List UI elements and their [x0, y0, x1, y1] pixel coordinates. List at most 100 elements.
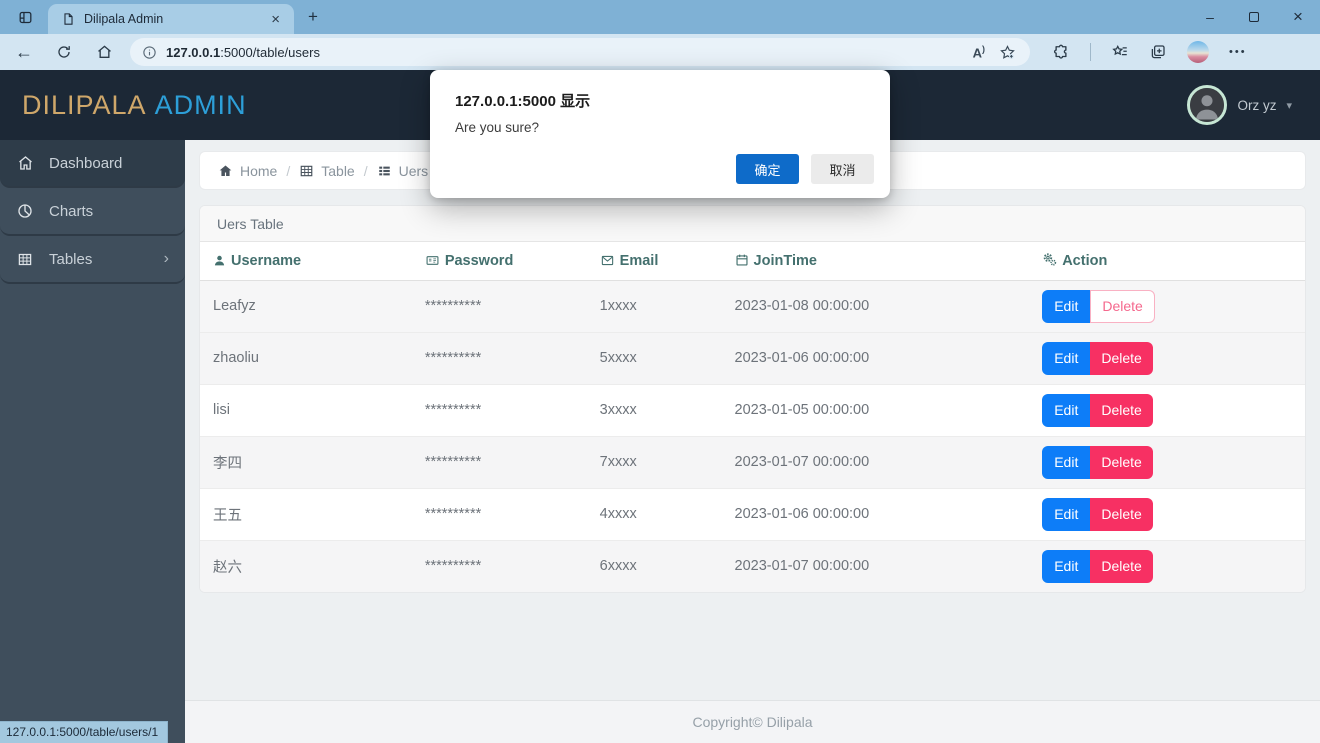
user-name: Orz yz [1237, 98, 1276, 113]
dialog-message: Are you sure? [455, 120, 539, 135]
delete-button[interactable]: Delete [1090, 446, 1152, 479]
home-button[interactable] [88, 38, 120, 66]
column-action: Action [1029, 242, 1305, 280]
submenu-chevron-icon: › [164, 250, 169, 268]
table-grid-icon [299, 164, 314, 178]
card-title: Uers Table [200, 206, 1305, 242]
page-icon [62, 12, 75, 26]
users-table: Username Password Email JoinTime Action … [200, 242, 1305, 592]
cell-action: EditDelete [1029, 436, 1305, 488]
refresh-button[interactable] [48, 38, 80, 66]
cell-email: 4xxxx [587, 488, 722, 540]
action-button-group: EditDelete [1042, 446, 1153, 479]
collections-icon[interactable] [1149, 43, 1167, 61]
envelope-icon [600, 254, 615, 267]
browser-tab[interactable]: Dilipala Admin × [48, 4, 294, 34]
breadcrumb-home[interactable]: Home [218, 163, 277, 179]
cell-action: EditDelete [1029, 488, 1305, 540]
cell-email: 3xxxx [587, 384, 722, 436]
edit-button[interactable]: Edit [1042, 550, 1090, 583]
cell-password: ********** [412, 384, 587, 436]
minimize-button[interactable]: – [1188, 0, 1232, 34]
column-email: Email [587, 242, 722, 280]
browser-profile-avatar[interactable] [1187, 41, 1209, 63]
dialog-cancel-button[interactable]: 取消 [811, 154, 874, 184]
close-window-button[interactable]: × [1276, 0, 1320, 34]
breadcrumb-table[interactable]: Table [299, 163, 354, 179]
status-bar: 127.0.0.1:5000/table/users/1 [0, 721, 168, 743]
sidebar-item-tables[interactable]: Tables › [0, 236, 185, 284]
cell-action: EditDelete [1029, 540, 1305, 592]
sidebar-item-label: Tables [49, 251, 92, 268]
cell-username: 赵六 [200, 540, 412, 592]
pie-chart-icon [17, 203, 36, 220]
extensions-icon[interactable] [1052, 43, 1070, 61]
confirm-dialog: 127.0.0.1:5000 显示 Are you sure? 确定 取消 [430, 70, 890, 198]
breadcrumb-separator: / [286, 163, 290, 179]
new-tab-button[interactable]: + [308, 7, 318, 27]
address-bar[interactable]: 127.0.0.1:5000/table/users A) [130, 38, 1030, 66]
cell-jointime: 2023-01-06 00:00:00 [722, 332, 1030, 384]
sidebar-item-label: Charts [49, 203, 93, 220]
cell-password: ********** [412, 332, 587, 384]
chevron-down-icon: ▾ [1286, 99, 1292, 112]
delete-button[interactable]: Delete [1090, 498, 1152, 531]
edit-button[interactable]: Edit [1042, 446, 1090, 479]
sidebar-item-dashboard[interactable]: Dashboard [0, 140, 185, 188]
delete-button[interactable]: Delete [1090, 290, 1154, 323]
edit-button[interactable]: Edit [1042, 290, 1090, 323]
settings-more-icon[interactable]: ••• [1229, 46, 1247, 58]
cell-password: ********** [412, 436, 587, 488]
url-text[interactable]: 127.0.0.1:5000/table/users [166, 45, 973, 60]
copyright-text: Copyright© Dilipala [692, 714, 812, 730]
users-table-card: Uers Table Username Password Email JoinT… [200, 206, 1305, 592]
tab-title: Dilipala Admin [84, 12, 267, 26]
cell-jointime: 2023-01-07 00:00:00 [722, 436, 1030, 488]
cell-jointime: 2023-01-05 00:00:00 [722, 384, 1030, 436]
url-path: :5000/table/users [220, 45, 320, 60]
edit-button[interactable]: Edit [1042, 342, 1090, 375]
table-row: 李四**********7xxxx2023-01-07 00:00:00 Edit… [200, 436, 1305, 488]
delete-button[interactable]: Delete [1090, 550, 1152, 583]
read-aloud-icon[interactable]: A) [973, 44, 985, 60]
calendar-icon [735, 253, 749, 267]
table-row: Leafyz**********1xxxx2023-01-08 00:00:00… [200, 280, 1305, 332]
gears-icon [1042, 252, 1057, 267]
breadcrumb-separator: / [364, 163, 368, 179]
dialog-ok-button[interactable]: 确定 [736, 154, 799, 184]
url-host: 127.0.0.1 [166, 45, 220, 60]
cell-password: ********** [412, 488, 587, 540]
id-card-icon [425, 254, 440, 267]
cell-username: lisi [200, 384, 412, 436]
delete-button[interactable]: Delete [1090, 394, 1152, 427]
back-button[interactable]: ← [8, 38, 40, 66]
user-menu[interactable]: Orz yz ▾ [1187, 85, 1292, 125]
maximize-icon [1249, 12, 1259, 22]
site-info-icon[interactable] [142, 45, 157, 60]
main-content: Home / Table / Uers Table [185, 140, 1320, 743]
cell-username: 李四 [200, 436, 412, 488]
sidebar-item-charts[interactable]: Charts [0, 188, 185, 236]
edit-button[interactable]: Edit [1042, 394, 1090, 427]
list-icon [377, 164, 392, 178]
home-icon [218, 164, 233, 178]
delete-button[interactable]: Delete [1090, 342, 1152, 375]
action-button-group: EditDelete [1042, 290, 1155, 323]
dashboard-home-icon [17, 155, 36, 172]
dialog-title: 127.0.0.1:5000 显示 [455, 90, 590, 111]
cell-email: 7xxxx [587, 436, 722, 488]
favorite-star-icon[interactable] [999, 44, 1016, 61]
cell-action: EditDelete [1029, 280, 1305, 332]
home-icon [96, 44, 113, 60]
avatar [1187, 85, 1227, 125]
table-row: 赵六**********6xxxx2023-01-07 00:00:00Edit… [200, 540, 1305, 592]
logo-primary: DILIPALA [22, 90, 147, 120]
table-grid-icon [17, 251, 36, 268]
tab-actions-button[interactable] [10, 5, 40, 29]
screen: Dilipala Admin × + – × ← 127.0.0.1:5000/… [0, 0, 1320, 743]
maximize-button[interactable] [1232, 0, 1276, 34]
favorites-bar-icon[interactable] [1111, 43, 1129, 61]
edit-button[interactable]: Edit [1042, 498, 1090, 531]
tab-close-icon[interactable]: × [267, 11, 284, 28]
cell-jointime: 2023-01-07 00:00:00 [722, 540, 1030, 592]
